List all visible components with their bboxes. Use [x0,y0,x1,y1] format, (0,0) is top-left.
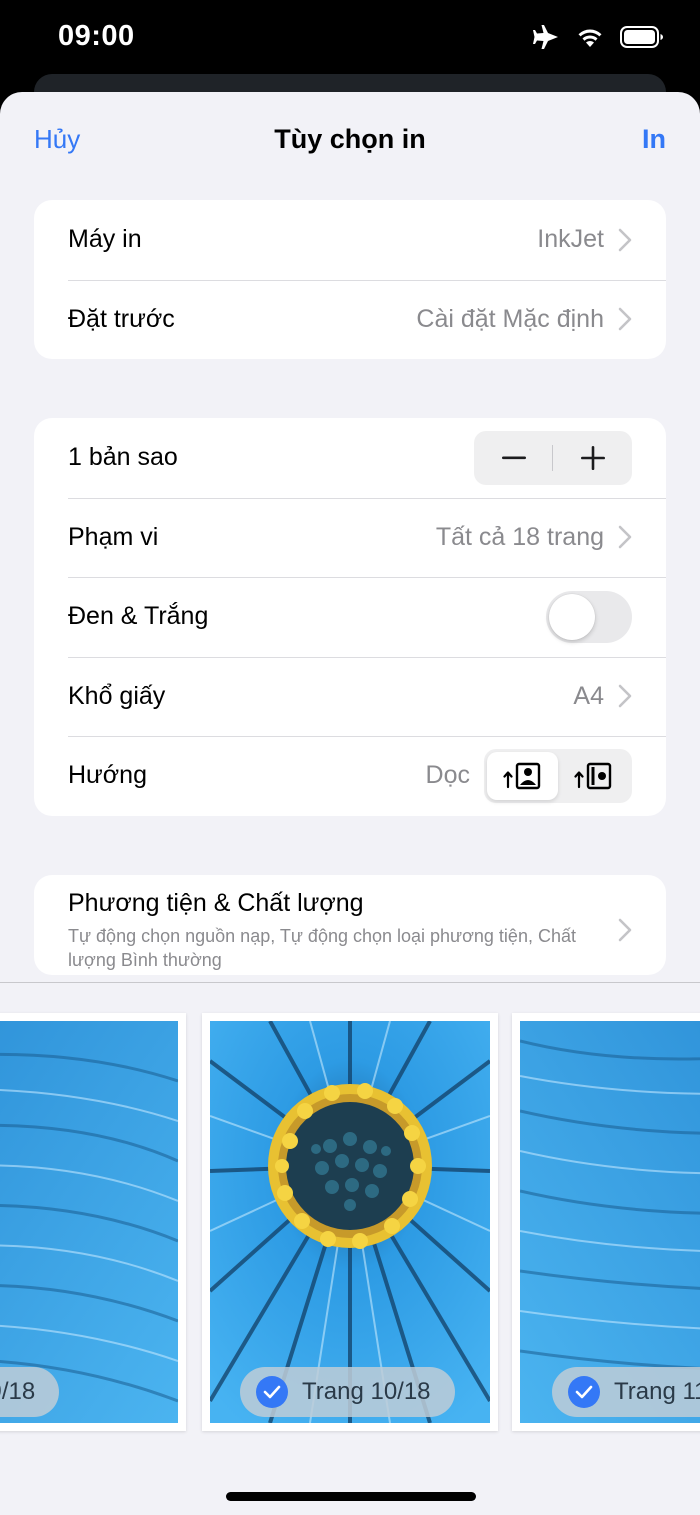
orientation-segmented-control [484,748,632,803]
orientation-row: Hướng Dọc [34,736,666,816]
copies-stepper[interactable] [474,430,632,485]
media-quality-subtitle: Tự động chọn nguồn nạp, Tự động chọn loạ… [68,925,576,970]
flower-image [520,1021,700,1423]
black-white-toggle[interactable] [546,590,632,643]
preset-row[interactable]: Đặt trước Cài đặt Mặc định [34,279,666,360]
airplane-icon [533,25,558,49]
page-preview-carousel[interactable]: Trang 9/18 [0,982,700,1515]
preset-value: Cài đặt Mặc định [416,304,604,333]
status-bar: 09:00 [0,0,700,80]
landscape-option[interactable] [558,752,629,800]
portrait-orientation-icon [502,762,540,789]
page-preview-9[interactable]: Trang 9/18 [0,1013,186,1431]
flower-image [210,1021,490,1423]
print-settings-group: 1 bản sao Phạm vi Tất cả 18 trang Đen & … [34,418,666,816]
page-label: Trang 9/18 [0,1378,36,1405]
page-badge: Trang 9/18 [0,1367,60,1417]
page-preview-11[interactable]: Trang 11/18 [512,1013,700,1431]
increment-button[interactable] [553,431,632,485]
range-row[interactable]: Phạm vi Tất cả 18 trang [34,497,666,578]
page-image [210,1021,490,1423]
media-quality-group: Phương tiện & Chất lượng Tự động chọn ng… [34,875,666,975]
paper-size-value: A4 [573,681,604,710]
status-time: 09:00 [58,20,135,52]
plus-icon [580,445,605,470]
page-image [0,1021,178,1423]
stepper-divider [552,444,553,471]
paper-size-row[interactable]: Khổ giấy A4 [34,656,666,737]
decrement-button[interactable] [474,431,553,485]
media-quality-title: Phương tiện & Chất lượng [68,888,364,917]
portrait-option[interactable] [487,751,558,800]
printer-row[interactable]: Máy in InkJet [34,200,666,280]
flower-image [0,1021,178,1423]
orientation-value: Dọc [425,761,470,790]
page-badge: Trang 10/18 [240,1367,455,1417]
printer-label: Máy in [68,225,142,254]
black-white-row: Đen & Trắng [34,577,666,657]
range-label: Phạm vi [68,522,159,551]
preset-label: Đặt trước [68,304,175,333]
chevron-right-icon [618,684,632,708]
checkmark-icon [256,1376,288,1408]
media-quality-text: Phương tiện & Chất lượng Tự động chọn ng… [68,889,618,972]
toggle-knob [549,593,595,640]
landscape-orientation-icon [573,762,611,789]
home-indicator [226,1492,476,1501]
copies-label: 1 bản sao [68,443,178,472]
wifi-icon [578,29,602,47]
chevron-right-icon [618,525,632,549]
status-icons [532,24,664,50]
print-options-sheet: Hủy Tùy chọn in In Máy in InkJet Đặt trư… [0,92,700,1515]
page-image [520,1021,700,1423]
copies-row: 1 bản sao [34,418,666,498]
printer-group: Máy in InkJet Đặt trước Cài đặt Mặc định [34,200,666,359]
range-value: Tất cả 18 trang [435,522,604,551]
media-quality-row[interactable]: Phương tiện & Chất lượng Tự động chọn ng… [34,875,666,975]
paper-size-label: Khổ giấy [68,681,166,710]
minus-icon [501,456,526,459]
battery-icon [620,26,663,48]
chevron-right-icon [618,228,632,252]
black-white-label: Đen & Trắng [68,602,209,631]
chevron-right-icon [618,307,632,331]
checkmark-icon [568,1376,600,1408]
page-label: Trang 10/18 [302,1378,431,1405]
print-button[interactable]: In [642,124,666,155]
orientation-label: Hướng [68,761,147,790]
page-title: Tùy chọn in [274,124,426,154]
page-label: Trang 11/18 [614,1378,700,1405]
page-preview-10[interactable]: Trang 10/18 [202,1013,498,1431]
page-badge: Trang 11/18 [552,1367,700,1417]
printer-value: InkJet [537,225,604,254]
chevron-right-icon [618,918,632,942]
nav-bar: Hủy Tùy chọn in In [0,92,700,186]
